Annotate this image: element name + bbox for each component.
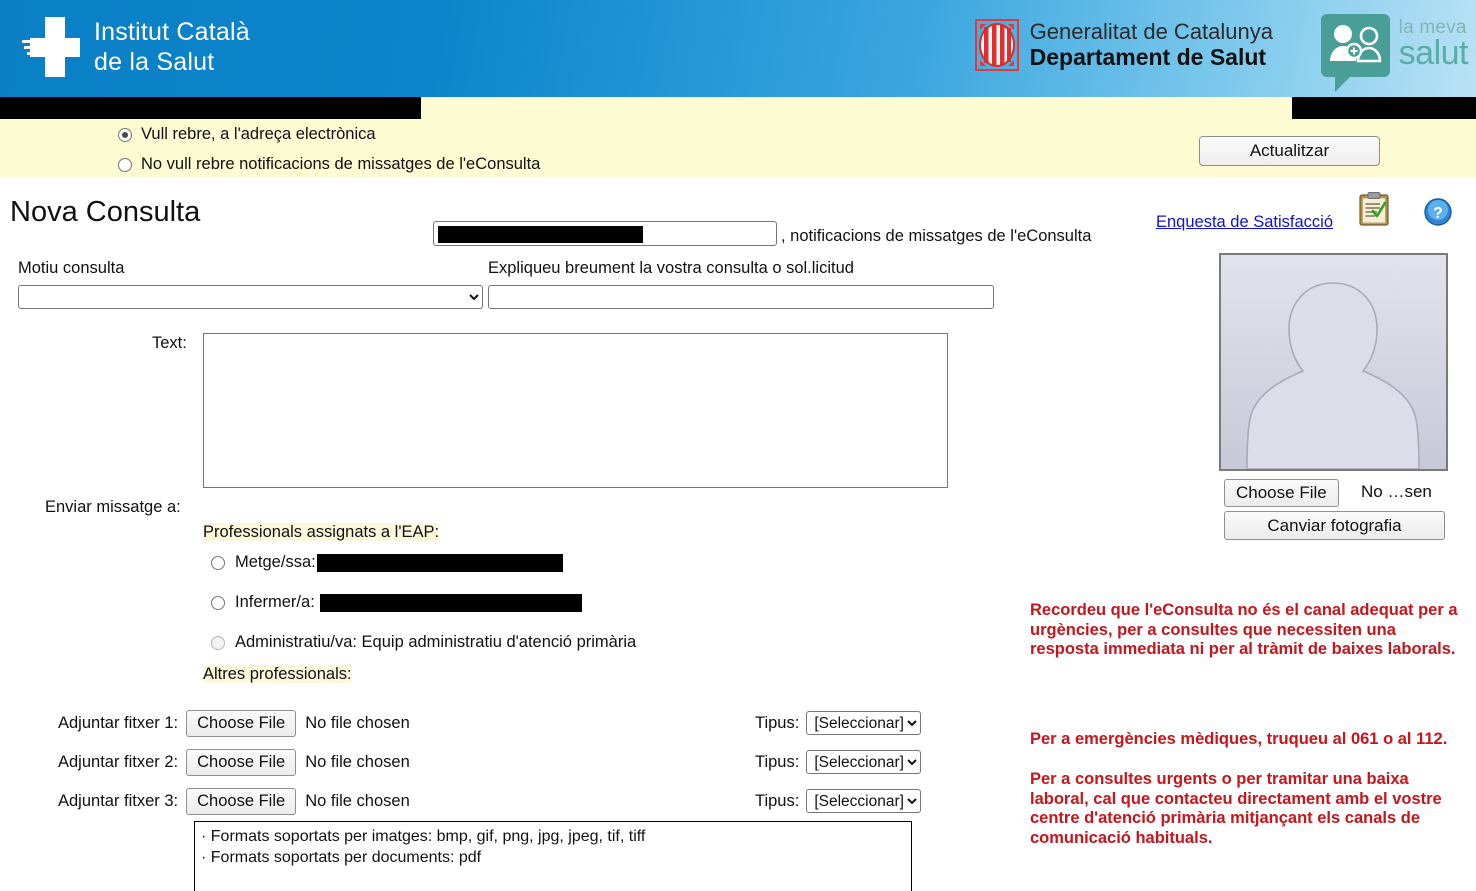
choose-file-button-1[interactable]: Choose File — [186, 710, 297, 737]
formats-documents-line: · Formats soportats per documents: pdf — [201, 849, 482, 866]
ics-logo-text: Institut Català de la Salut — [94, 17, 250, 77]
person-silhouette-icon — [1221, 255, 1446, 469]
tipus-select-2[interactable]: [Seleccionar] — [806, 750, 922, 774]
enviar-missatge-label: Enviar missatge a: — [45, 498, 181, 516]
recipient-row-infermer[interactable]: Infermer/a: — [211, 593, 582, 612]
altres-professionals-heading: Altres professionals: — [203, 665, 352, 684]
notify-yes-label: Vull rebre, a l'adreça electrònica — [141, 125, 376, 143]
catalonia-shield-icon — [974, 19, 1019, 71]
tipus-label-2: Tipus: — [755, 752, 800, 771]
ics-cross-icon — [22, 17, 80, 77]
metge-label-text: Metge/ssa: — [235, 553, 316, 571]
attach-file-row-1: Adjuntar fitxer 1: Choose File No file c… — [58, 710, 410, 737]
tipus-row-2: Tipus: [Seleccionar] — [755, 750, 922, 774]
change-photo-button[interactable]: Canviar fotografia — [1224, 511, 1445, 540]
supported-formats-box: · Formats soportats per imatges: bmp, gi… — [194, 821, 912, 891]
text-label: Text: — [152, 334, 187, 352]
formats-blank-line — [201, 868, 905, 889]
administratiu-radio[interactable] — [211, 635, 225, 650]
la-meva-salut-text: la meva salut — [1398, 14, 1469, 72]
photo-file-status: No …sen — [1361, 482, 1432, 501]
ics-logo-line2: de la Salut — [94, 48, 215, 76]
tipus-label-1: Tipus: — [755, 713, 800, 732]
satisfaction-survey-link[interactable]: Enquesta de Satisfacció — [1156, 213, 1333, 232]
redacted-email-value — [438, 226, 643, 243]
tipus-select-3[interactable]: [Seleccionar] — [806, 789, 922, 813]
redacted-metge-name — [316, 553, 563, 572]
warning-not-for-urgent: Recordeu que l'eConsulta no és el canal … — [1030, 601, 1458, 658]
warning-emergency-numbers: Per a emergències mèdiques, truqueu al 0… — [1030, 730, 1448, 748]
ics-logo-line1: Institut Català — [94, 18, 250, 46]
explicacio-label: Expliqueu breument la vostra consulta o … — [488, 259, 854, 277]
help-question-icon[interactable]: ? — [1424, 198, 1452, 226]
infermer-radio[interactable] — [211, 595, 225, 610]
recipient-row-administratiu[interactable]: Administratiu/va: Equip administratiu d'… — [211, 633, 636, 652]
generalitat-line2: Departament de Salut — [1029, 44, 1267, 70]
tipus-label-3: Tipus: — [755, 791, 800, 810]
attach-file-row-2: Adjuntar fitxer 2: Choose File No file c… — [58, 749, 410, 776]
two-people-speech-bubble-icon — [1320, 14, 1390, 92]
eap-heading-text: Professionals assignats a l'EAP: — [203, 523, 440, 541]
altres-heading-text: Altres professionals: — [203, 665, 352, 683]
notify-no-label: No vull rebre notificacions de missatges… — [141, 155, 541, 173]
tipus-row-1: Tipus: [Seleccionar] — [755, 711, 922, 735]
formats-images-line: · Formats soportats per imatges: bmp, gi… — [201, 828, 646, 845]
generalitat-line1: Generalitat de Catalunya — [1029, 19, 1273, 44]
attach-file-label-2: Adjuntar fitxer 2: — [58, 753, 179, 771]
explicacio-input[interactable] — [488, 285, 994, 309]
file-status-2: No file chosen — [305, 753, 410, 771]
redacted-user-name — [0, 97, 421, 119]
administratiu-label: Administratiu/va: Equip administratiu d'… — [235, 633, 637, 651]
notify-trailing-text: , notificacions de missatges de l'eConsu… — [781, 227, 1092, 245]
svg-text:?: ? — [1433, 205, 1443, 222]
ics-logo: Institut Català de la Salut — [22, 17, 250, 77]
notify-yes-radio[interactable] — [118, 127, 132, 142]
notify-yes-row[interactable]: Vull rebre, a l'adreça electrònica — [118, 125, 376, 144]
choose-file-button-2[interactable]: Choose File — [186, 749, 297, 776]
tipus-select-1[interactable]: [Seleccionar] — [806, 711, 922, 735]
attach-file-label-3: Adjuntar fitxer 3: — [58, 792, 179, 810]
choose-file-button-3[interactable]: Choose File — [186, 788, 297, 815]
metge-label: Metge/ssa: — [235, 553, 563, 572]
la-meva-salut-logo: la meva salut — [1320, 14, 1469, 92]
notify-no-radio[interactable] — [118, 157, 132, 172]
redacted-infermer-name — [319, 593, 582, 612]
choose-photo-button[interactable]: Choose File — [1224, 479, 1339, 507]
motiu-select[interactable] — [18, 285, 483, 309]
infermer-label: Infermer/a: — [235, 593, 582, 612]
profile-photo-placeholder — [1219, 253, 1448, 471]
file-status-1: No file chosen — [305, 714, 410, 732]
recipient-row-metge[interactable]: Metge/ssa: — [211, 553, 563, 572]
metge-radio[interactable] — [211, 555, 225, 570]
lms-line2: salut — [1398, 34, 1469, 72]
file-status-3: No file chosen — [305, 792, 410, 810]
page-root: Institut Català de la Salut Generalitat … — [0, 0, 1476, 891]
eap-professionals-heading: Professionals assignats a l'EAP: — [203, 523, 440, 542]
people-glyph — [1329, 25, 1381, 63]
consulta-textarea[interactable] — [203, 333, 948, 488]
redacted-user-menu — [1292, 97, 1476, 119]
page-title: Nova Consulta — [10, 196, 201, 228]
site-header: Institut Català de la Salut Generalitat … — [0, 0, 1476, 97]
attach-file-row-3: Adjuntar fitxer 3: Choose File No file c… — [58, 788, 410, 815]
update-button[interactable]: Actualitzar — [1199, 136, 1380, 166]
motiu-label: Motiu consulta — [18, 259, 125, 277]
attach-file-label-1: Adjuntar fitxer 1: — [58, 714, 179, 732]
generalitat-logo: Generalitat de Catalunya Departament de … — [974, 19, 1273, 71]
tipus-row-3: Tipus: [Seleccionar] — [755, 789, 922, 813]
generalitat-text: Generalitat de Catalunya Departament de … — [1030, 19, 1273, 71]
email-field[interactable] — [433, 221, 777, 246]
warning-contact-primary-care: Per a consultes urgents o per tramitar u… — [1030, 770, 1442, 847]
notify-no-row[interactable]: No vull rebre notificacions de missatges… — [118, 155, 540, 174]
infermer-label-text: Infermer/a: — [235, 593, 315, 611]
clipboard-checklist-icon[interactable] — [1358, 192, 1390, 226]
